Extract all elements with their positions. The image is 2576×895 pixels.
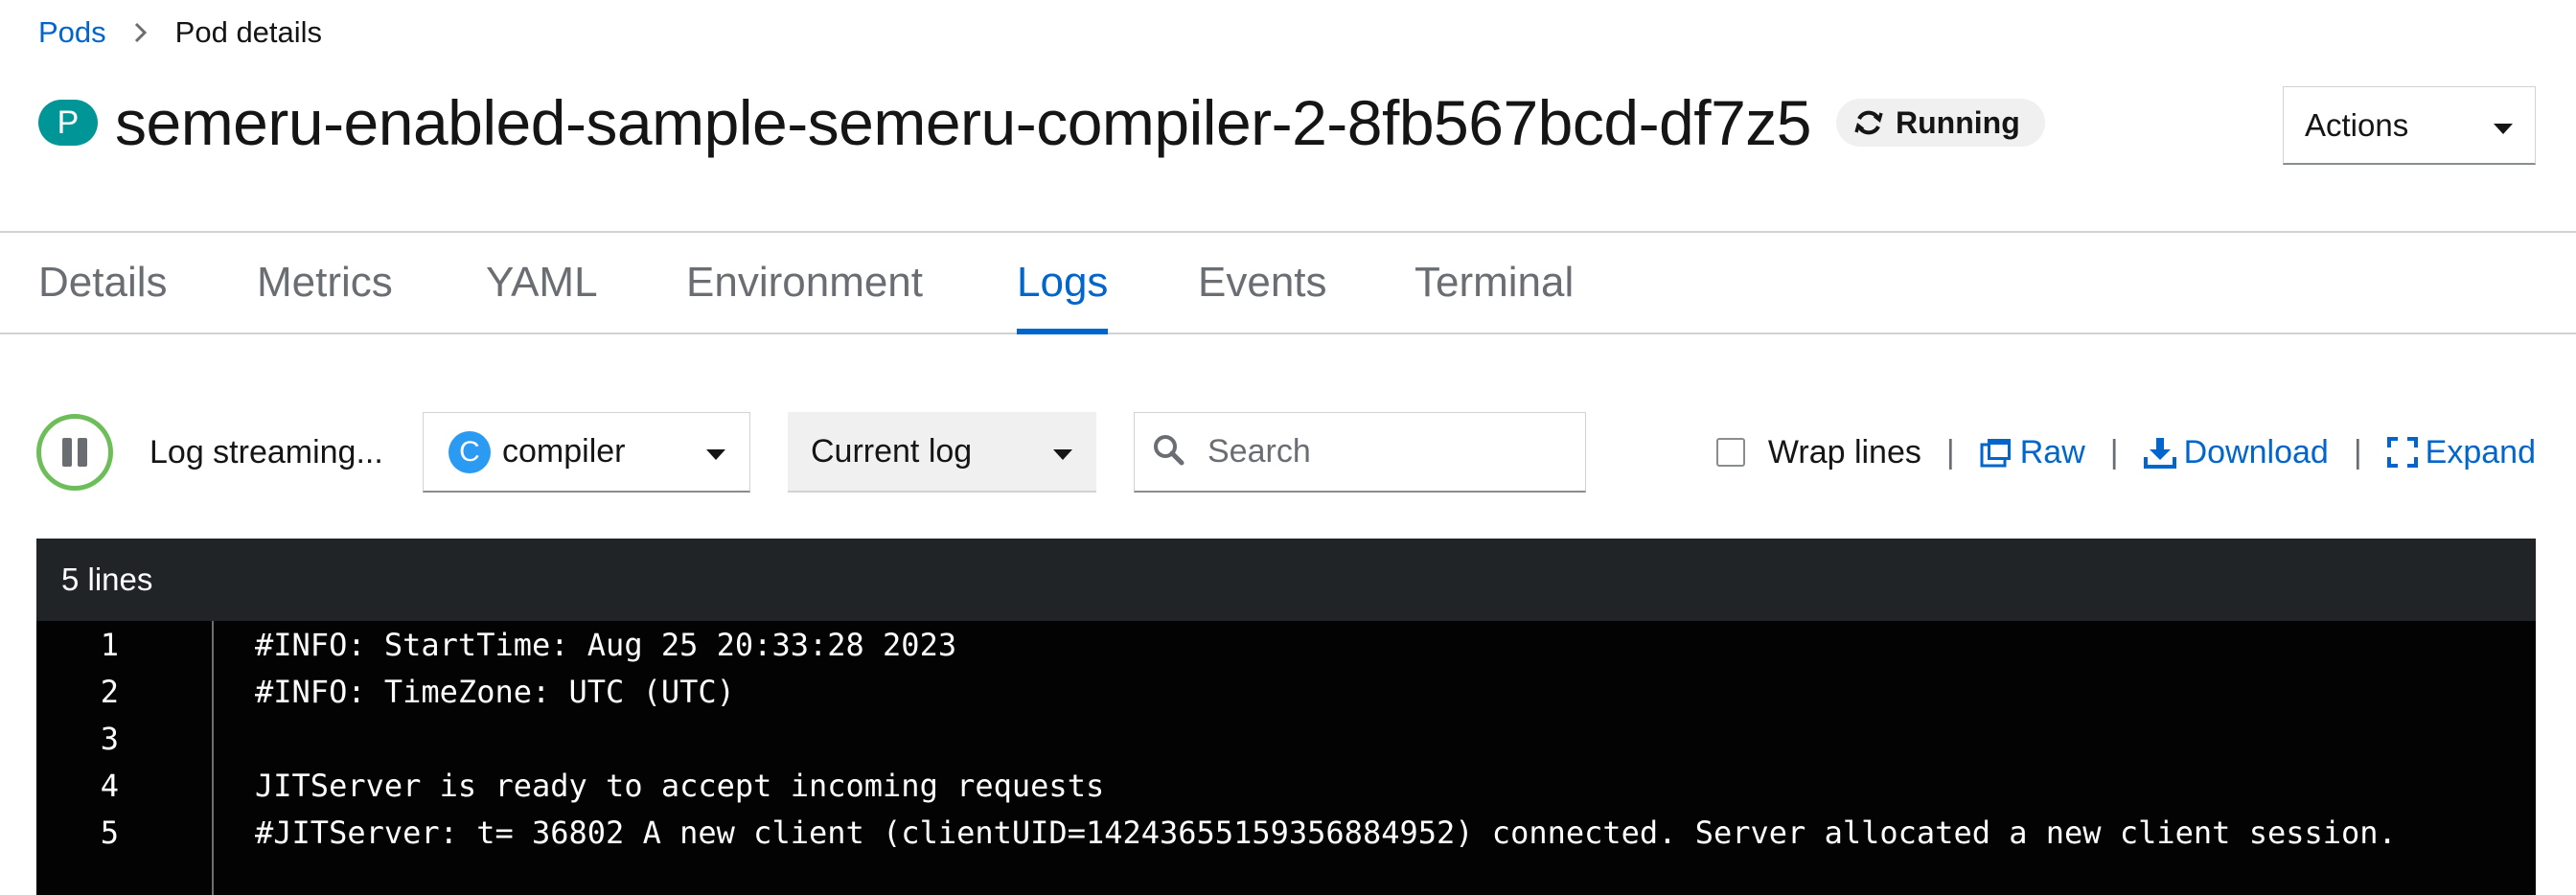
pause-streaming-button[interactable] [36, 414, 113, 491]
log-toolbar: Log streaming... C compiler Current log [0, 410, 2576, 494]
divider: | [2353, 433, 2362, 470]
new-window-icon [1980, 437, 2012, 468]
tab-details[interactable]: Details [38, 233, 168, 333]
caret-down-icon [705, 433, 726, 470]
raw-label: Raw [2019, 433, 2085, 470]
status-text: Running [1896, 104, 2020, 140]
log-line: 2 #INFO: TimeZone: UTC (UTC) [36, 668, 735, 715]
gutter-divider [212, 621, 214, 895]
actions-dropdown[interactable]: Actions [2283, 86, 2536, 165]
page-title-row: P semeru-enabled-sample-semeru-compiler-… [38, 80, 2045, 165]
line-text: #INFO: StartTime: Aug 25 20:33:28 2023 [255, 626, 957, 663]
log-actions: Wrap lines | Raw | Download | Expand [1715, 410, 2536, 494]
line-number: 3 [100, 720, 119, 757]
breadcrumb: Pods Pod details [38, 11, 322, 54]
wrap-lines-label: Wrap lines [1767, 433, 1921, 470]
line-number: 2 [100, 673, 119, 710]
line-text: JITServer is ready to accept incoming re… [255, 767, 1105, 804]
search-input[interactable] [1206, 432, 1554, 471]
line-number: 1 [100, 626, 119, 663]
pause-icon [62, 438, 87, 467]
line-number: 5 [100, 814, 119, 851]
container-select[interactable]: C compiler [423, 412, 750, 493]
line-text: #INFO: TimeZone: UTC (UTC) [255, 673, 735, 710]
streaming-status-text: Log streaming... [150, 433, 383, 470]
log-line: 5 #JITServer: t= 36802 A new client (cli… [36, 809, 2397, 856]
actions-label: Actions [2305, 106, 2409, 143]
log-line: 4 JITServer is ready to accept incoming … [36, 762, 1104, 809]
tab-events[interactable]: Events [1198, 233, 1327, 333]
pod-details-page: Pods Pod details P semeru-enabled-sample… [0, 0, 2576, 895]
expand-link[interactable]: Expand [2386, 433, 2536, 471]
tab-environment[interactable]: Environment [686, 233, 923, 333]
log-search [1134, 412, 1586, 493]
line-text: #JITServer: t= 36802 A new client (clien… [255, 814, 2397, 851]
container-badge: C [448, 430, 491, 473]
wrap-lines-checkbox[interactable] [1715, 438, 1745, 467]
tab-yaml[interactable]: YAML [486, 233, 598, 333]
tab-logs[interactable]: Logs [1017, 233, 1109, 334]
divider: | [2109, 433, 2119, 470]
download-link[interactable]: Download [2143, 433, 2329, 471]
log-content: 1 #INFO: StartTime: Aug 25 20:33:28 2023… [36, 621, 2536, 895]
raw-link[interactable]: Raw [1980, 434, 2085, 471]
breadcrumb-current: Pod details [174, 15, 323, 49]
tab-metrics[interactable]: Metrics [257, 233, 393, 333]
download-label: Download [2183, 433, 2329, 470]
log-line-count: 5 lines [36, 539, 2536, 621]
log-line: 3 [36, 715, 119, 762]
chevron-right-icon [133, 22, 149, 43]
search-icon [1152, 433, 1184, 470]
caret-down-icon [2493, 107, 2514, 144]
page-title: semeru-enabled-sample-semeru-compiler-2-… [115, 87, 1812, 158]
status-badge: Running [1836, 99, 2045, 147]
container-name: compiler [502, 433, 626, 470]
caret-down-icon [1052, 433, 1073, 470]
log-type-select[interactable]: Current log [788, 412, 1096, 493]
line-number: 4 [100, 767, 119, 804]
log-type-value: Current log [811, 432, 973, 470]
divider: | [1945, 433, 1955, 470]
download-icon [2143, 436, 2176, 469]
sync-icon [1853, 107, 1884, 138]
tab-bar: Details Metrics YAML Environment Logs Ev… [0, 231, 2576, 334]
pod-resource-badge: P [38, 100, 98, 146]
log-line: 1 #INFO: StartTime: Aug 25 20:33:28 2023 [36, 621, 956, 668]
breadcrumb-pods-link[interactable]: Pods [38, 15, 106, 50]
expand-icon [2386, 437, 2418, 468]
tab-terminal[interactable]: Terminal [1414, 233, 1574, 333]
expand-label: Expand [2425, 433, 2536, 470]
log-viewer[interactable]: 5 lines 1 #INFO: StartTime: Aug 25 20:33… [36, 539, 2536, 895]
